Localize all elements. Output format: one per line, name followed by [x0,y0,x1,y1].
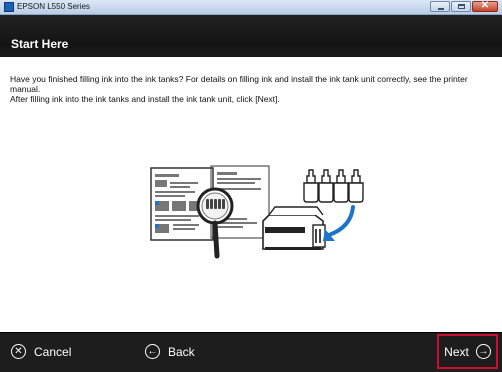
instruction-line-2: After filling ink into the ink tanks and… [10,94,280,104]
close-button[interactable]: ✕ [472,0,498,12]
maximize-button[interactable] [451,1,471,12]
next-label: Next [444,344,469,359]
cancel-button[interactable]: ✕ Cancel [11,344,71,359]
printer-icon [262,206,326,250]
next-arrow-icon: → [475,344,491,359]
epson-app-icon [4,2,14,12]
maximize-icon [458,4,465,9]
instruction-line-1: Have you finished filling ink into the i… [10,74,468,94]
page-header: Start Here [0,15,502,57]
printer-ink-bottles-illustration [262,169,364,250]
cancel-circle-x-icon: ✕ [11,344,26,359]
minimize-button[interactable] [430,1,450,12]
minimize-icon [438,8,444,10]
window-title: EPSON L550 Series [17,2,90,11]
back-arrow-icon: ← [145,344,160,359]
main-content: Have you finished filling ink into the i… [0,57,502,332]
close-icon: ✕ [480,0,490,11]
instructions: Have you finished filling ink into the i… [10,74,492,104]
page-title: Start Here [11,37,69,51]
next-button[interactable]: Next → [437,334,498,369]
back-label: Back [168,344,195,359]
ink-bottles-icon [303,169,364,203]
footer-bar: ✕ Cancel ← Back Next → [0,332,502,372]
back-button[interactable]: ← Back [145,344,195,359]
insert-arrow-icon [327,205,355,237]
cancel-label: Cancel [34,344,72,359]
window-titlebar[interactable]: EPSON L550 Series ✕ [0,0,502,15]
